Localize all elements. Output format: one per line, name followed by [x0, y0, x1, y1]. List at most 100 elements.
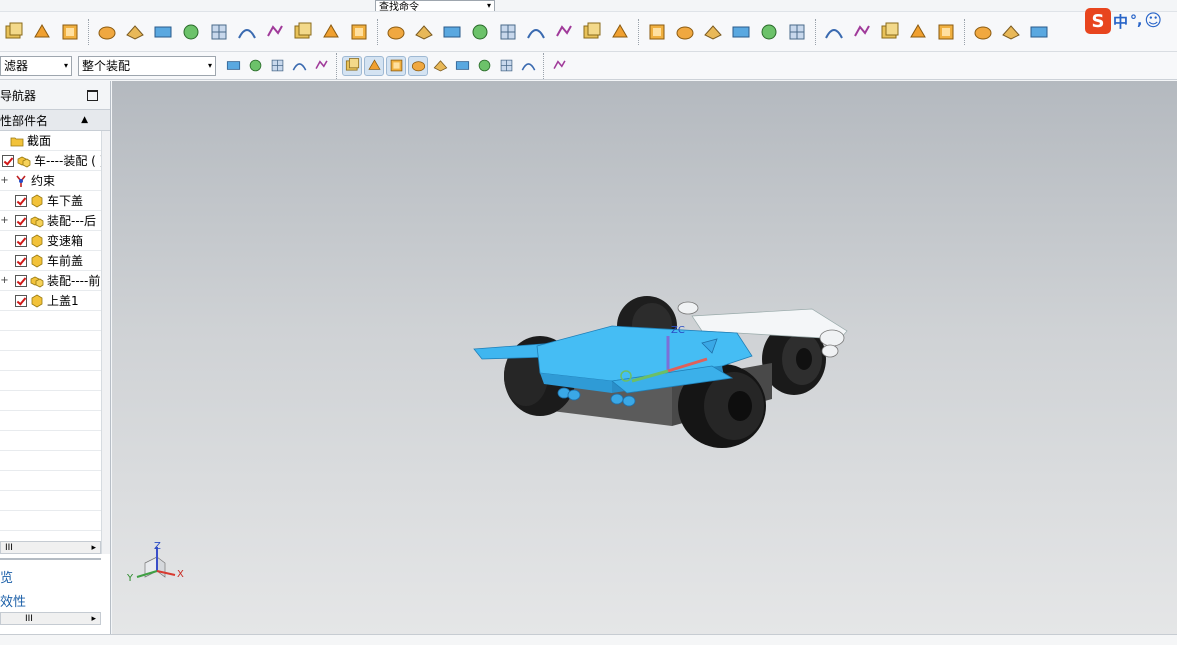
selection-scope-combo[interactable]: 整个装配 ▾: [78, 55, 216, 76]
ime-mode-label[interactable]: 中: [1113, 11, 1128, 32]
select-filter-icon[interactable]: [223, 56, 243, 76]
endpoint-snap-icon[interactable]: [342, 55, 362, 76]
shell-icon[interactable]: [524, 20, 548, 44]
model-canvas[interactable]: ZC Z Y X: [112, 81, 1177, 634]
column-header[interactable]: 性部件名 ▲: [0, 109, 110, 131]
visibility-checkbox[interactable]: [2, 154, 14, 167]
vertical-scrollbar[interactable]: [101, 131, 110, 554]
edge-blend-icon[interactable]: [468, 20, 492, 44]
sweep-icon[interactable]: [645, 20, 669, 44]
tree-row[interactable]: 车前盖: [0, 251, 101, 271]
command-finder-combo[interactable]: 查找命令 ▾: [375, 0, 495, 11]
tree-row[interactable]: 变速箱: [0, 231, 101, 251]
bounded-grid-icon[interactable]: [518, 56, 538, 76]
cone-icon[interactable]: [207, 20, 231, 44]
draft-icon[interactable]: [552, 20, 576, 44]
intersection-snap-icon[interactable]: [408, 55, 428, 76]
scroll-right-arrow-icon[interactable]: ▸: [91, 543, 96, 553]
save-icon[interactable]: [58, 20, 82, 44]
tree-row[interactable]: 截面: [0, 131, 101, 151]
midpoint-snap-icon[interactable]: [364, 55, 384, 76]
swept-icon[interactable]: [999, 20, 1023, 44]
center-snap-icon[interactable]: [430, 56, 450, 76]
existing-point-icon[interactable]: [496, 56, 516, 76]
expand-icon[interactable]: +: [0, 175, 9, 186]
chamfer-icon[interactable]: [496, 20, 520, 44]
relevance-section[interactable]: 效性: [0, 591, 26, 610]
render-icon[interactable]: [311, 56, 331, 76]
triad-z-label: Z: [154, 541, 161, 552]
grid-icon[interactable]: [549, 56, 569, 76]
ruled-icon[interactable]: [971, 20, 995, 44]
mirror-icon[interactable]: [701, 20, 725, 44]
quadrant-snap-icon[interactable]: [452, 56, 472, 76]
control-point-icon[interactable]: [386, 55, 406, 76]
pattern-icon[interactable]: [729, 20, 753, 44]
maximize-icon[interactable]: [87, 89, 98, 101]
visibility-checkbox[interactable]: [15, 194, 27, 207]
tree-row[interactable]: 车----装配 ( ): [0, 151, 101, 171]
extrude-icon[interactable]: [95, 20, 119, 44]
trim-body-icon[interactable]: [580, 20, 604, 44]
slot-icon[interactable]: [412, 20, 436, 44]
expand-icon[interactable]: +: [0, 275, 9, 286]
expand-icon[interactable]: +: [0, 215, 9, 226]
preview-section[interactable]: 览: [0, 567, 13, 586]
point-on-curve-icon[interactable]: [474, 56, 494, 76]
graphics-window[interactable]: ZC Z Y X: [112, 81, 1177, 634]
pocket-icon[interactable]: [319, 20, 343, 44]
hole-icon[interactable]: [263, 20, 287, 44]
type-filter-combo[interactable]: 滤器 ▾: [0, 55, 72, 76]
groove-icon[interactable]: [440, 20, 464, 44]
scroll-right-arrow-icon[interactable]: ▸: [91, 614, 96, 624]
open-icon[interactable]: [30, 20, 54, 44]
ime-punctuation[interactable]: °,: [1130, 13, 1142, 29]
selection-box-icon[interactable]: [267, 56, 287, 76]
visibility-checkbox[interactable]: [15, 214, 27, 227]
offset-face-icon[interactable]: [757, 20, 781, 44]
pad-icon[interactable]: [347, 20, 371, 44]
rib-icon[interactable]: [384, 20, 408, 44]
sphere-icon[interactable]: [235, 20, 259, 44]
scroll-thumb[interactable]: III: [5, 543, 13, 553]
visibility-checkbox[interactable]: [15, 234, 27, 247]
type-filter-value: 滤器: [4, 59, 29, 73]
split-body-icon[interactable]: [608, 20, 632, 44]
revolve-icon[interactable]: [123, 20, 147, 44]
emoji-icon[interactable]: ☺: [1144, 11, 1162, 31]
ime-status-bar[interactable]: S 中 °, ☺: [1085, 8, 1162, 34]
sew-icon[interactable]: [934, 20, 958, 44]
tree-row[interactable]: 上盖1: [0, 291, 101, 311]
tree-row[interactable]: + 装配----前: [0, 271, 101, 291]
visibility-checkbox[interactable]: [15, 294, 27, 307]
snap-point-icon[interactable]: [245, 56, 265, 76]
wrap-icon[interactable]: [906, 20, 930, 44]
folder-icon: [9, 134, 27, 148]
empty-tree-row: [0, 451, 101, 471]
panel-divider[interactable]: [0, 558, 101, 560]
navigator-title: 导航器: [0, 88, 37, 103]
visibility-checkbox[interactable]: [15, 274, 27, 287]
tree-row[interactable]: + 装配---后: [0, 211, 101, 231]
constraint-icon: [13, 174, 31, 188]
boss-icon[interactable]: [291, 20, 315, 44]
studio-icon[interactable]: [878, 20, 902, 44]
scale-icon[interactable]: [785, 20, 809, 44]
tree-row[interactable]: 车下盖: [0, 191, 101, 211]
bridge-icon[interactable]: [1027, 20, 1051, 44]
block-icon[interactable]: [151, 20, 175, 44]
view-triad[interactable]: Z Y X: [126, 541, 184, 584]
tube-icon[interactable]: [673, 20, 697, 44]
visibility-checkbox[interactable]: [15, 254, 27, 267]
view-icon[interactable]: [289, 56, 309, 76]
scroll-thumb-lower[interactable]: III: [25, 614, 33, 624]
surface-icon[interactable]: [822, 20, 846, 44]
horizontal-scrollbar-lower[interactable]: III ▸: [0, 612, 101, 625]
sort-ascending-icon[interactable]: ▲: [81, 115, 88, 125]
mesh-icon[interactable]: [850, 20, 874, 44]
horizontal-scrollbar[interactable]: III ▸: [0, 541, 101, 554]
tree-row[interactable]: + 约束: [0, 171, 101, 191]
cylinder-icon[interactable]: [179, 20, 203, 44]
toolbar-separator: [964, 18, 965, 45]
new-icon[interactable]: [2, 20, 26, 44]
